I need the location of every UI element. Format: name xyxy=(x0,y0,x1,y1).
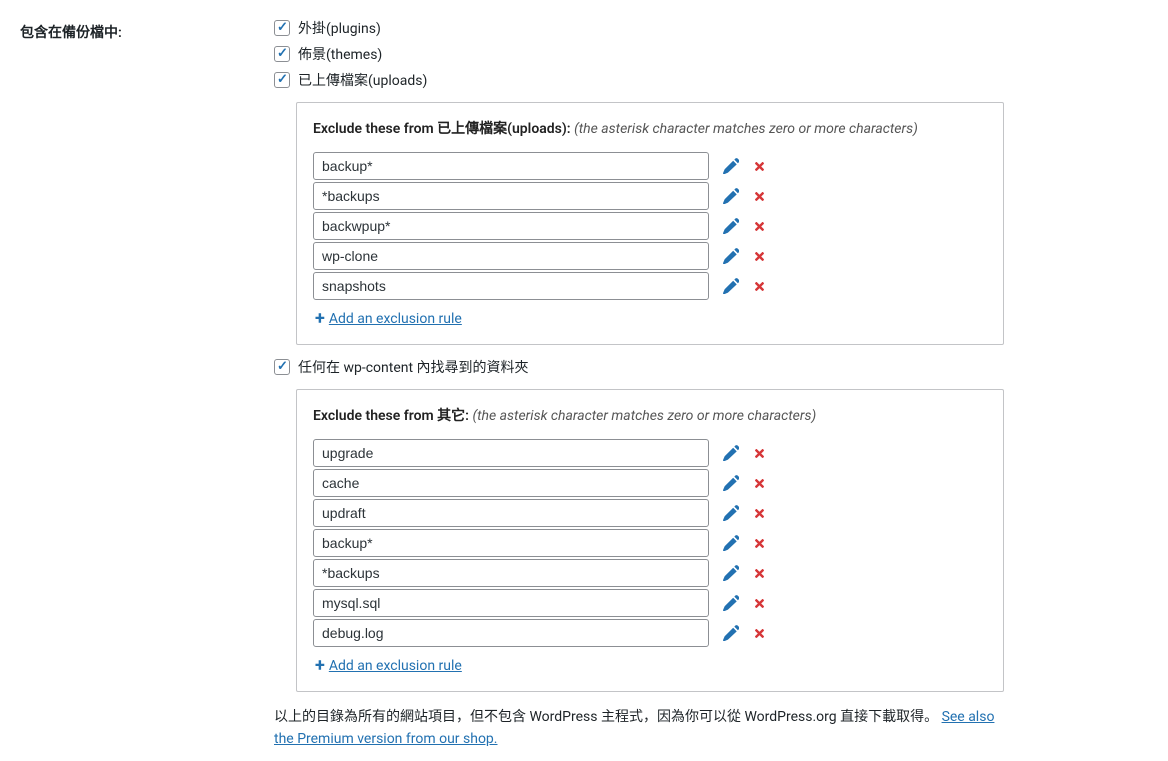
pencil-icon[interactable] xyxy=(723,158,739,174)
delete-icon[interactable] xyxy=(753,447,766,460)
exclude-heading-prefix: Exclude these from 其它: xyxy=(313,408,469,424)
checkbox-themes[interactable] xyxy=(274,46,290,62)
exclusion-rule-input[interactable] xyxy=(313,212,709,240)
exclusion-rule-row xyxy=(313,499,987,527)
pencil-icon[interactable] xyxy=(723,475,739,491)
exclusion-rule-row xyxy=(313,242,987,270)
exclusion-rule-input[interactable] xyxy=(313,589,709,617)
exclusion-rule-input[interactable] xyxy=(313,559,709,587)
exclusion-rule-row xyxy=(313,272,987,300)
checkbox-row-themes: 佈景(themes) xyxy=(274,44,1004,64)
exclude-heading-others: Exclude these from 其它: (the asterisk cha… xyxy=(313,406,987,427)
exclusion-rule-input[interactable] xyxy=(313,499,709,527)
exclude-heading-prefix: Exclude these from 已上傳檔案(uploads): xyxy=(313,121,571,137)
exclusion-rule-input[interactable] xyxy=(313,469,709,497)
section-label: 包含在備份檔中: xyxy=(20,25,122,41)
pencil-icon[interactable] xyxy=(723,218,739,234)
plus-icon: + xyxy=(315,310,325,328)
footer-text: 以上的目錄為所有的網站項目，但不包含 WordPress 主程式，因為你可以從 … xyxy=(274,706,1004,751)
exclusion-rule-input[interactable] xyxy=(313,242,709,270)
pencil-icon[interactable] xyxy=(723,278,739,294)
add-rule-row[interactable]: + Add an exclusion rule xyxy=(315,310,987,328)
exclusion-rule-input[interactable] xyxy=(313,272,709,300)
checkbox-row-wpcontent: 任何在 wp-content 內找尋到的資料夾 xyxy=(274,357,1004,377)
delete-icon[interactable] xyxy=(753,220,766,233)
checkbox-wpcontent[interactable] xyxy=(274,359,290,375)
exclusion-rule-input[interactable] xyxy=(313,182,709,210)
delete-icon[interactable] xyxy=(753,477,766,490)
delete-icon[interactable] xyxy=(753,190,766,203)
delete-icon[interactable] xyxy=(753,597,766,610)
add-exclusion-rule-link[interactable]: Add an exclusion rule xyxy=(329,658,462,674)
checkbox-label-uploads: 已上傳檔案(uploads) xyxy=(298,70,427,90)
exclusion-rule-input[interactable] xyxy=(313,529,709,557)
exclude-heading-uploads: Exclude these from 已上傳檔案(uploads): (the … xyxy=(313,119,987,140)
exclusion-rule-input[interactable] xyxy=(313,619,709,647)
exclusion-rule-row xyxy=(313,529,987,557)
checkbox-plugins[interactable] xyxy=(274,20,290,36)
checkbox-label-themes: 佈景(themes) xyxy=(298,44,382,64)
exclude-heading-hint: (the asterisk character matches zero or … xyxy=(574,121,918,137)
pencil-icon[interactable] xyxy=(723,565,739,581)
pencil-icon[interactable] xyxy=(723,595,739,611)
exclusion-rule-row xyxy=(313,589,987,617)
exclusion-rule-row xyxy=(313,469,987,497)
exclusion-rule-input[interactable] xyxy=(313,439,709,467)
checkbox-row-plugins: 外掛(plugins) xyxy=(274,18,1004,38)
add-exclusion-rule-link[interactable]: Add an exclusion rule xyxy=(329,311,462,327)
delete-icon[interactable] xyxy=(753,160,766,173)
exclusion-rule-input[interactable] xyxy=(313,152,709,180)
exclude-heading-hint: (the asterisk character matches zero or … xyxy=(472,408,816,424)
delete-icon[interactable] xyxy=(753,567,766,580)
exclusion-rule-row xyxy=(313,152,987,180)
exclude-box-uploads: Exclude these from 已上傳檔案(uploads): (the … xyxy=(296,102,1004,345)
pencil-icon[interactable] xyxy=(723,535,739,551)
exclusion-rule-row xyxy=(313,559,987,587)
delete-icon[interactable] xyxy=(753,537,766,550)
exclude-box-others: Exclude these from 其它: (the asterisk cha… xyxy=(296,389,1004,692)
pencil-icon[interactable] xyxy=(723,248,739,264)
pencil-icon[interactable] xyxy=(723,625,739,641)
plus-icon: + xyxy=(315,657,325,675)
footer-text-content: 以上的目錄為所有的網站項目，但不包含 WordPress 主程式，因為你可以從 … xyxy=(274,709,942,725)
delete-icon[interactable] xyxy=(753,627,766,640)
delete-icon[interactable] xyxy=(753,507,766,520)
exclusion-rule-row xyxy=(313,619,987,647)
delete-icon[interactable] xyxy=(753,280,766,293)
add-rule-row[interactable]: + Add an exclusion rule xyxy=(315,657,987,675)
exclusion-rule-row xyxy=(313,182,987,210)
checkbox-label-wpcontent: 任何在 wp-content 內找尋到的資料夾 xyxy=(298,357,529,377)
checkbox-uploads[interactable] xyxy=(274,72,290,88)
checkbox-label-plugins: 外掛(plugins) xyxy=(298,18,381,38)
delete-icon[interactable] xyxy=(753,250,766,263)
exclusion-rule-row xyxy=(313,439,987,467)
checkbox-row-uploads: 已上傳檔案(uploads) xyxy=(274,70,1004,90)
pencil-icon[interactable] xyxy=(723,445,739,461)
pencil-icon[interactable] xyxy=(723,188,739,204)
exclusion-rule-row xyxy=(313,212,987,240)
pencil-icon[interactable] xyxy=(723,505,739,521)
